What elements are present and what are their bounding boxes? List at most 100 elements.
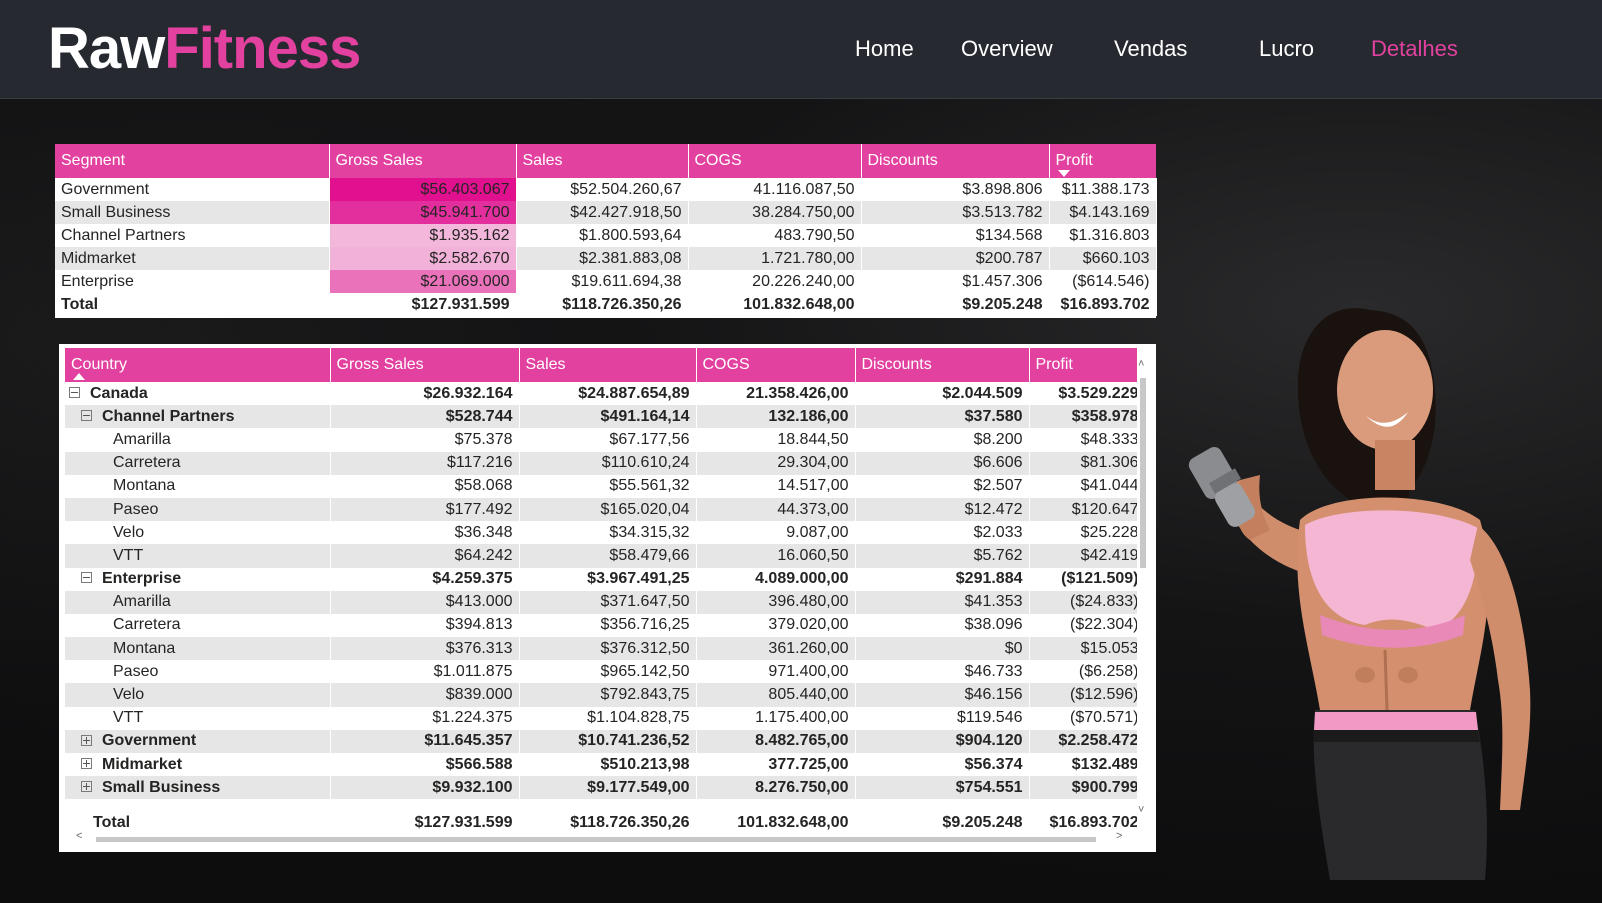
sales-cell: $2.381.883,08	[516, 247, 689, 270]
table-row[interactable]: Government $56.403.067 $52.504.260,67 41.11…	[55, 178, 1157, 201]
vertical-scroll-thumb[interactable]	[1140, 378, 1146, 568]
segment-cell: Small Business	[55, 201, 330, 224]
gross-sales-cell: $56.403.067	[329, 178, 517, 201]
profit-cell: $660.103	[1049, 247, 1157, 270]
discounts-cell: $119.546	[855, 706, 1030, 730]
cogs-cell: 44.373,00	[696, 497, 856, 522]
row-label-cell: Montana	[65, 474, 331, 498]
plus-box-icon[interactable]	[81, 734, 92, 746]
product-row[interactable]: Carretera $117.216 $110.610,24 29.304,00 $6.…	[65, 451, 1137, 475]
plus-box-icon[interactable]	[81, 781, 92, 793]
gross-sales-cell: $26.932.164	[330, 382, 520, 406]
table-row[interactable]: Channel Partners $1.935.162 $1.800.593,64 4…	[55, 224, 1157, 247]
cogs-cell: 41.116.087,50	[688, 178, 862, 201]
header-sales[interactable]: Sales	[516, 144, 689, 178]
segment-row[interactable]: Government $11.645.357 $10.741.236,52 8.482…	[65, 729, 1137, 753]
cogs-cell: 132.186,00	[696, 405, 856, 429]
row-label-cell: Amarilla	[65, 428, 331, 452]
chevron-up-icon[interactable]: ˄	[1138, 358, 1144, 370]
gross-sales-cell: $4.259.375	[330, 567, 520, 591]
header-segment[interactable]: Segment	[55, 144, 330, 178]
discounts-cell: $200.787	[861, 247, 1050, 270]
header-cogs[interactable]: COGS	[688, 144, 862, 178]
header-gross-sales[interactable]: Gross Sales	[330, 348, 520, 382]
row-label: Montana	[113, 477, 176, 495]
minus-box-icon[interactable]	[81, 572, 92, 584]
header-discounts[interactable]: Discounts	[855, 348, 1030, 382]
row-label: VTT	[113, 709, 144, 727]
sales-cell: $510.213,98	[519, 753, 697, 777]
profit-cell: ($24.833)	[1029, 590, 1137, 614]
chevron-right-icon[interactable]: >	[1116, 830, 1122, 842]
minus-box-icon[interactable]	[69, 386, 80, 398]
profit-cell: ($6.258)	[1029, 660, 1137, 684]
table-row[interactable]: Midmarket $2.582.670 $2.381.883,08 1.721.78…	[55, 247, 1157, 270]
product-row[interactable]: VTT $64.242 $58.479,66 16.060,50 $5.762 $42.4…	[65, 544, 1137, 568]
profit-cell: ($614.546)	[1049, 270, 1157, 293]
product-row[interactable]: Montana $58.068 $55.561,32 14.517,00 $2.507 $…	[65, 474, 1137, 498]
row-label: Small Business	[102, 778, 221, 796]
row-label-cell: Canada	[65, 382, 331, 406]
nav-home[interactable]: Home	[855, 36, 914, 62]
product-row[interactable]: Amarilla $413.000 $371.647,50 396.480,00 $41…	[65, 590, 1137, 614]
nav-overview[interactable]: Overview	[961, 36, 1053, 62]
header-gross-sales[interactable]: Gross Sales	[329, 144, 517, 178]
header-profit[interactable]: Profit	[1029, 348, 1137, 382]
segment-row[interactable]: Small Business $9.932.100 $9.177.549,00 8.2…	[65, 776, 1137, 800]
profit-cell: $3.529.229	[1029, 382, 1137, 406]
header-discounts[interactable]: Discounts	[861, 144, 1050, 178]
segment-row[interactable]: Enterprise $4.259.375 $3.967.491,25 4.089.0…	[65, 567, 1137, 591]
cogs-cell: 1.721.780,00	[688, 247, 862, 270]
gross-sales-cell: $528.744	[330, 405, 520, 429]
country-row[interactable]: Canada $26.932.164 $24.887.654,89 21.358.42…	[65, 382, 1137, 406]
row-label-cell: Enterprise	[65, 567, 331, 591]
product-row[interactable]: VTT $1.224.375 $1.104.828,75 1.175.400,00 $1…	[65, 706, 1137, 730]
nav-vendas[interactable]: Vendas	[1114, 36, 1187, 62]
row-label: Midmarket	[102, 755, 183, 773]
plus-box-icon[interactable]	[81, 757, 92, 769]
cogs-cell: 4.089.000,00	[696, 567, 856, 591]
segment-matrix: Segment Gross Sales Sales COGS Discounts…	[55, 144, 1157, 318]
horizontal-scrollbar[interactable]: < >	[66, 830, 1144, 846]
nav-detalhes[interactable]: Detalhes	[1371, 36, 1458, 62]
total-gross-sales: $127.931.599	[330, 811, 520, 835]
chevron-left-icon[interactable]: <	[76, 830, 82, 842]
sales-cell: $3.967.491,25	[519, 567, 697, 591]
profit-cell: ($22.304)	[1029, 613, 1137, 638]
chevron-down-icon[interactable]: ˅	[1138, 804, 1144, 816]
total-discounts: $9.205.248	[861, 293, 1050, 316]
discounts-cell: $2.507	[855, 474, 1030, 498]
product-row[interactable]: Velo $839.000 $792.843,75 805.440,00 $46.156…	[65, 683, 1137, 707]
sales-cell: $19.611.694,38	[516, 270, 689, 293]
vertical-scrollbar[interactable]: ˄ ˅	[1138, 358, 1148, 816]
product-row[interactable]: Paseo $177.492 $165.020,04 44.373,00 $12.472…	[65, 497, 1137, 522]
table-row[interactable]: Small Business $45.941.700 $42.427.918,50 3…	[55, 201, 1157, 224]
table-row[interactable]: Enterprise $21.069.000 $19.611.694,38 20.22…	[55, 270, 1157, 293]
product-row[interactable]: Paseo $1.011.875 $965.142,50 971.400,00 $46.…	[65, 660, 1137, 684]
header-sales[interactable]: Sales	[519, 348, 697, 382]
horizontal-scroll-thumb[interactable]	[96, 837, 1096, 842]
segment-row[interactable]: Midmarket $566.588 $510.213,98 377.725,00 $5…	[65, 753, 1137, 777]
header-cogs[interactable]: COGS	[696, 348, 856, 382]
nav-lucro[interactable]: Lucro	[1259, 36, 1314, 62]
fitness-model-image	[1188, 308, 1531, 880]
product-row[interactable]: Montana $376.313 $376.312,50 361.260,00 $0 $1…	[65, 637, 1137, 661]
gross-sales-cell: $36.348	[330, 521, 520, 545]
discounts-cell: $6.606	[855, 451, 1030, 475]
product-row[interactable]: Velo $36.348 $34.315,32 9.087,00 $2.033 $25.2…	[65, 521, 1137, 545]
minus-box-icon[interactable]	[81, 410, 92, 422]
segment-table: Segment Gross Sales Sales COGS Discounts…	[55, 144, 1157, 316]
discounts-cell: $3.898.806	[861, 178, 1050, 201]
country-matrix: Country Gross Sales Sales COGS Discounts…	[59, 344, 1156, 852]
product-row[interactable]: Carretera $394.813 $356.716,25 379.020,00 $3…	[65, 613, 1137, 638]
header-country[interactable]: Country	[65, 348, 331, 382]
total-label: Total	[55, 293, 330, 316]
cogs-cell: 361.260,00	[696, 637, 856, 661]
gross-sales-cell: $376.313	[330, 637, 520, 661]
header-profit[interactable]: Profit	[1049, 144, 1156, 178]
row-label-cell: VTT	[65, 544, 331, 568]
sales-cell: $965.142,50	[519, 660, 697, 684]
country-matrix-viewport[interactable]: Country Gross Sales Sales COGS Discounts…	[65, 348, 1137, 828]
segment-row[interactable]: Channel Partners $528.744 $491.164,14 132.1…	[65, 405, 1137, 429]
product-row[interactable]: Amarilla $75.378 $67.177,56 18.844,50 $8.200…	[65, 428, 1137, 452]
